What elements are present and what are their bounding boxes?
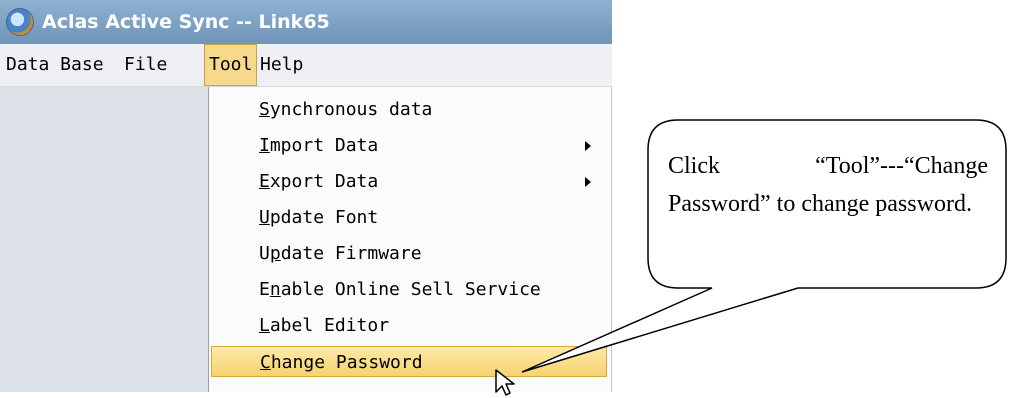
callout-text: Click “Tool”---“Change Password” to chan… (668, 153, 988, 217)
mouse-pointer-icon (495, 369, 515, 396)
